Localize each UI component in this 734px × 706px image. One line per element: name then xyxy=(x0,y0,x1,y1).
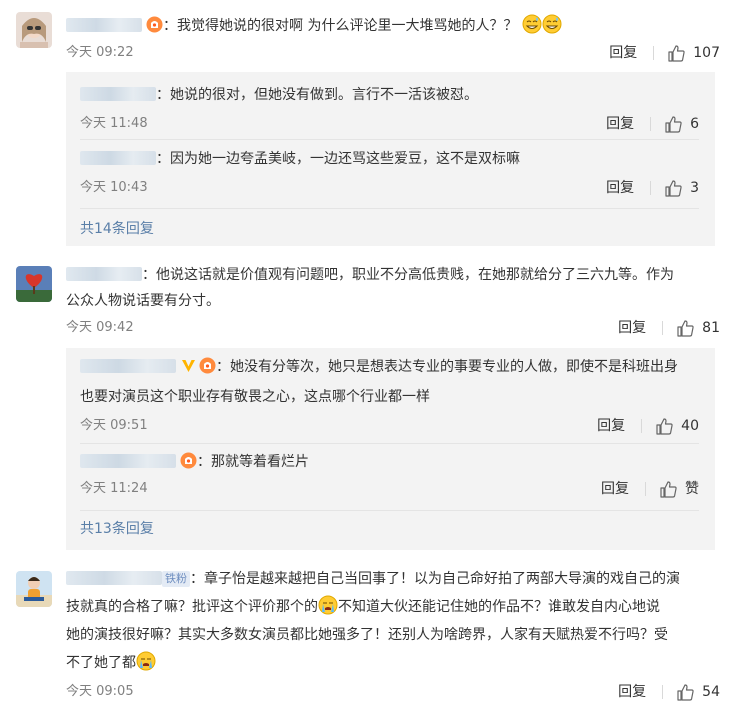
divider xyxy=(80,208,699,209)
like-label: 赞 xyxy=(685,481,699,497)
reply-panel: ：她没有分等次，她只是想表达专业的事要专业的人做，即使不是科班出身 也要对演员这… xyxy=(66,348,715,550)
reply-panel: ：她说的很对，但她没有做到。言行不一活该被怼。 今天 11:48 回复 6 ：因… xyxy=(66,72,715,246)
avatar[interactable] xyxy=(16,266,52,302)
fan-badge-label: 铁粉 xyxy=(162,571,190,587)
divider xyxy=(80,443,699,444)
username[interactable] xyxy=(80,87,156,101)
reply-button[interactable]: 回复 xyxy=(609,41,637,65)
timestamp: 今天 09:05 xyxy=(66,684,134,699)
thumbs-up-icon xyxy=(677,683,694,701)
reply-button[interactable]: 回复 xyxy=(606,176,634,200)
like-button[interactable]: 107 xyxy=(668,41,720,65)
like-count: 81 xyxy=(702,320,720,336)
like-count: 3 xyxy=(690,180,699,196)
reply-button[interactable]: 回复 xyxy=(606,112,634,136)
like-count: 107 xyxy=(693,45,720,61)
reply-button[interactable]: 回复 xyxy=(618,316,646,340)
fan-badge-icon xyxy=(146,16,163,33)
like-count: 40 xyxy=(681,418,699,434)
username[interactable] xyxy=(80,151,156,165)
like-count: 6 xyxy=(690,116,699,132)
comment-text: 不了她了都 xyxy=(66,650,720,676)
divider xyxy=(645,482,646,496)
sweat-smile-emoji xyxy=(542,14,562,34)
crying-emoji xyxy=(318,595,338,615)
thumbs-up-icon xyxy=(665,179,682,197)
like-button[interactable]: 3 xyxy=(665,176,699,200)
thumbs-up-icon xyxy=(668,44,685,62)
comment-2: ：他说这话就是价值观有问题吧，职业不分高低贵贱，在她那就给分了三六九等。作为 公… xyxy=(0,250,734,550)
timestamp: 今天 11:48 xyxy=(80,116,148,131)
comment-text: 铁粉 ：章子怡是越来越把自己当回事了！以为自己命好拍了两部大导演的戏自己的演 xyxy=(66,566,720,592)
divider xyxy=(80,139,699,140)
timestamp: 今天 09:22 xyxy=(66,45,134,60)
comment-text: ：他说这话就是价值观有问题吧，职业不分高低贵贱，在她那就给分了三六九等。作为 xyxy=(66,262,720,288)
comment-text: 她的演技很好嘛？其实大多数女演员都比她强多了！还别人为啥跨界，人家有天赋热爱不行… xyxy=(66,627,668,643)
like-button[interactable]: 6 xyxy=(665,112,699,136)
thumbs-up-icon xyxy=(660,480,677,498)
comment-text: 技就真的合格了嘛？批评这个评价那个的 不知道大伙还能记住她的作品不？谁敢发自内心地… xyxy=(66,594,720,620)
reply-item: ：那就等着看烂片 今天 11:24 回复 赞 xyxy=(80,449,699,503)
vip-v-icon xyxy=(180,357,197,374)
thumbs-up-icon xyxy=(656,417,673,435)
fan-badge-icon xyxy=(180,452,197,469)
reply-item: ：她没有分等次，她只是想表达专业的事要专业的人做，即使不是科班出身 也要对演员这… xyxy=(80,354,699,438)
avatar[interactable] xyxy=(16,12,52,48)
comment-text: ：我觉得她说的很对啊 为什么评论里一大堆骂她的人？？ xyxy=(66,13,720,39)
crying-emoji xyxy=(136,651,156,671)
fan-badge-icon xyxy=(199,357,216,374)
timestamp: 今天 11:24 xyxy=(80,481,148,496)
divider xyxy=(662,685,664,699)
more-replies-link[interactable]: 共13条回复 xyxy=(80,518,154,538)
username[interactable] xyxy=(66,18,142,32)
sweat-smile-emoji xyxy=(522,14,542,34)
comment-1: ：我觉得她说的很对啊 为什么评论里一大堆骂她的人？？ 今天 09:22 回复 1… xyxy=(0,0,734,250)
reply-item: ：因为她一边夸孟美岐，一边还骂这些爱豆，这不是双标嘛 今天 10:43 回复 3 xyxy=(80,146,699,200)
like-button[interactable]: 赞 xyxy=(660,477,699,501)
like-button[interactable]: 54 xyxy=(677,680,720,704)
timestamp: 今天 10:43 xyxy=(80,180,148,195)
comment-3: 铁粉 ：章子怡是越来越把自己当回事了！以为自己命好拍了两部大导演的戏自己的演 技就… xyxy=(0,555,734,706)
username[interactable] xyxy=(80,454,176,468)
username[interactable] xyxy=(80,359,176,373)
divider xyxy=(662,321,664,335)
username[interactable] xyxy=(66,571,162,585)
avatar[interactable] xyxy=(16,571,52,607)
divider xyxy=(641,419,643,433)
like-button[interactable]: 81 xyxy=(677,316,720,340)
divider xyxy=(650,181,652,195)
reply-button[interactable]: 回复 xyxy=(618,680,646,704)
reply-button[interactable]: 回复 xyxy=(601,477,629,501)
thumbs-up-icon xyxy=(665,115,682,133)
reply-item: ：她说的很对，但她没有做到。言行不一活该被怼。 今天 11:48 回复 6 xyxy=(80,82,699,136)
timestamp: 今天 09:51 xyxy=(80,418,148,433)
like-button[interactable]: 40 xyxy=(656,414,699,438)
more-replies-link[interactable]: 共14条回复 xyxy=(80,218,154,238)
username[interactable] xyxy=(66,267,142,281)
thumbs-up-icon xyxy=(677,319,694,337)
reply-button[interactable]: 回复 xyxy=(597,414,625,438)
timestamp: 今天 09:42 xyxy=(66,320,134,335)
divider xyxy=(653,46,655,60)
like-count: 54 xyxy=(702,684,720,700)
comment-text: 公众人物说话要有分寸。 xyxy=(66,293,220,309)
divider xyxy=(650,117,652,131)
divider xyxy=(80,510,699,511)
